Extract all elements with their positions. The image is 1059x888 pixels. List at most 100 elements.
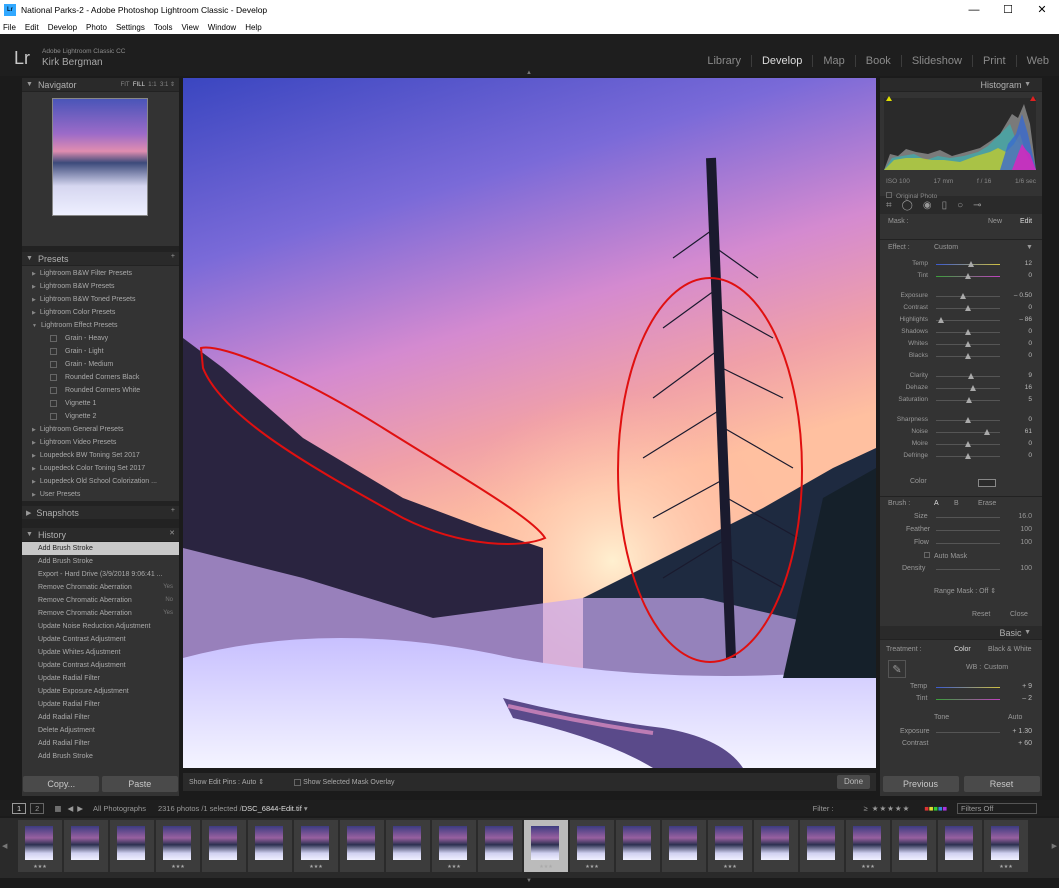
wb-eyedropper-icon[interactable]: ✎ bbox=[888, 660, 906, 678]
main-photo[interactable] bbox=[183, 78, 876, 768]
slider-value[interactable]: 9 bbox=[1028, 370, 1032, 382]
preset-item[interactable]: Grain - Medium bbox=[22, 358, 179, 371]
slider-contrast[interactable]: Contrast 0 bbox=[880, 302, 1042, 314]
previous-button[interactable]: Previous bbox=[882, 776, 959, 792]
slider-value[interactable]: 5 bbox=[1028, 394, 1032, 406]
menu-view[interactable]: View bbox=[182, 23, 199, 32]
presets-header[interactable]: ▼ Presets + bbox=[22, 252, 179, 266]
add-snapshot-icon[interactable]: + bbox=[171, 507, 175, 514]
histogram-graph[interactable] bbox=[880, 94, 1042, 174]
slider-knob[interactable] bbox=[965, 341, 971, 347]
menu-edit[interactable]: Edit bbox=[25, 23, 39, 32]
history-step[interactable]: Add Radial Filter bbox=[22, 737, 179, 750]
filmstrip-thumbnail[interactable] bbox=[386, 820, 430, 872]
slider-exposure[interactable]: Exposure – 0.50 bbox=[880, 290, 1042, 302]
slider-whites[interactable]: Whites 0 bbox=[880, 338, 1042, 350]
brush-a[interactable]: A bbox=[934, 500, 939, 507]
history-step[interactable]: Update Radial Filter bbox=[22, 672, 179, 685]
scroll-right-icon[interactable]: ▶ bbox=[1052, 842, 1057, 850]
grid-view-icon[interactable]: ▦ bbox=[54, 804, 61, 813]
slider-value[interactable]: 0 bbox=[1028, 438, 1032, 450]
radial-filter-icon[interactable]: ○ bbox=[957, 200, 963, 211]
adjustment-brush-icon[interactable]: ⊸ bbox=[973, 200, 981, 211]
slider-noise[interactable]: Noise 61 bbox=[880, 426, 1042, 438]
zoom-fit[interactable]: FIT bbox=[121, 82, 130, 88]
preset-folder[interactable]: ▶ Loupedeck Old School Colorization ... bbox=[22, 475, 179, 488]
preset-folder[interactable]: ▶ Lightroom General Presets bbox=[22, 423, 179, 436]
module-library[interactable]: Library bbox=[697, 55, 741, 67]
spot-removal-icon[interactable]: ◯ bbox=[902, 200, 913, 211]
graduated-filter-icon[interactable]: ▯ bbox=[942, 200, 948, 211]
slider-track[interactable] bbox=[936, 296, 1000, 297]
slider-value[interactable]: 16 bbox=[1025, 382, 1032, 394]
slider-knob[interactable] bbox=[965, 353, 971, 359]
slider-knob[interactable] bbox=[965, 441, 971, 447]
slider-value[interactable]: – 86 bbox=[1019, 314, 1032, 326]
preset-item[interactable]: Vignette 1 bbox=[22, 397, 179, 410]
slider-knob[interactable] bbox=[938, 317, 945, 323]
module-map[interactable]: Map bbox=[812, 55, 845, 67]
slider-knob[interactable] bbox=[965, 453, 971, 459]
history-step[interactable]: Delete Adjustment bbox=[22, 724, 179, 737]
history-step[interactable]: Update Contrast Adjustment bbox=[22, 633, 179, 646]
add-preset-icon[interactable]: + bbox=[171, 253, 175, 260]
filmstrip-thumbnail[interactable] bbox=[938, 820, 982, 872]
preset-folder[interactable]: ▶ Lightroom B&W Presets bbox=[22, 280, 179, 293]
navigator-preview[interactable] bbox=[52, 98, 148, 216]
module-develop[interactable]: Develop bbox=[750, 55, 802, 67]
slider-knob[interactable] bbox=[968, 261, 975, 267]
filmstrip-thumbnail[interactable]: ★★★ bbox=[524, 820, 568, 872]
collapse-top-icon[interactable]: ▲ bbox=[526, 70, 532, 76]
paste-button[interactable]: Paste bbox=[101, 776, 178, 792]
red-eye-icon[interactable]: ◉ bbox=[923, 200, 932, 211]
original-photo-toggle[interactable]: Original Photo bbox=[886, 192, 937, 200]
slider-value[interactable]: 0 bbox=[1028, 350, 1032, 362]
slider-blacks[interactable]: Blacks 0 bbox=[880, 350, 1042, 362]
menu-photo[interactable]: Photo bbox=[86, 23, 107, 32]
main-window-button[interactable]: 1 bbox=[12, 802, 27, 814]
size-slider[interactable] bbox=[936, 517, 1000, 518]
tone-auto-button[interactable]: Auto bbox=[1008, 714, 1022, 721]
show-edit-pins-select[interactable]: Auto bbox=[242, 779, 256, 786]
history-step[interactable]: Remove Chromatic Aberration No bbox=[22, 594, 179, 607]
slider-knob[interactable] bbox=[965, 417, 971, 423]
basic-exposure-slider[interactable] bbox=[936, 732, 1000, 733]
preset-folder[interactable]: ▶ Lightroom B&W Filter Presets bbox=[22, 267, 179, 280]
done-button[interactable]: Done bbox=[837, 775, 870, 789]
history-step[interactable]: Add Brush Stroke bbox=[22, 542, 179, 555]
slider-value[interactable]: 0 bbox=[1028, 338, 1032, 350]
preset-folder-open[interactable]: ▼ Lightroom Effect Presets bbox=[22, 319, 179, 332]
density-slider[interactable] bbox=[936, 569, 1000, 570]
history-header[interactable]: ▼ History ✕ bbox=[22, 528, 179, 542]
filmstrip-thumbnail[interactable]: ★★★ bbox=[708, 820, 752, 872]
history-step[interactable]: Add Brush Stroke bbox=[22, 750, 179, 763]
preset-folder[interactable]: ▶ Loupedeck BW Toning Set 2017 bbox=[22, 449, 179, 462]
auto-mask-checkbox[interactable]: Auto Mask bbox=[924, 552, 967, 560]
slider-temp[interactable]: Temp 12 bbox=[880, 258, 1042, 270]
slider-knob[interactable] bbox=[966, 397, 973, 403]
filmstrip-thumbnail[interactable] bbox=[616, 820, 660, 872]
zoom-1-1[interactable]: 1:1 bbox=[148, 82, 156, 88]
preset-item[interactable]: Rounded Corners Black bbox=[22, 371, 179, 384]
clear-history-icon[interactable]: ✕ bbox=[169, 529, 175, 537]
slider-value[interactable]: – 0.50 bbox=[1014, 290, 1032, 302]
scroll-left-icon[interactable]: ◀ bbox=[2, 842, 7, 850]
range-mask-select[interactable]: Range Mask : Off ⇕ bbox=[934, 587, 996, 595]
menu-settings[interactable]: Settings bbox=[116, 23, 145, 32]
preset-item[interactable]: Rounded Corners White bbox=[22, 384, 179, 397]
source-label[interactable]: All Photographs bbox=[93, 804, 146, 813]
reset-button[interactable]: Reset bbox=[963, 776, 1040, 792]
filmstrip-thumbnail[interactable] bbox=[202, 820, 246, 872]
slider-value[interactable]: 0 bbox=[1028, 270, 1032, 282]
history-step[interactable]: Add Brush Stroke bbox=[22, 555, 179, 568]
module-slideshow[interactable]: Slideshow bbox=[900, 55, 962, 67]
basic-temp-slider[interactable] bbox=[936, 687, 1000, 688]
slider-dehaze[interactable]: Dehaze 16 bbox=[880, 382, 1042, 394]
slider-knob[interactable] bbox=[984, 429, 991, 435]
menu-help[interactable]: Help bbox=[245, 23, 261, 32]
preset-folder[interactable]: ▶ Lightroom Video Presets bbox=[22, 436, 179, 449]
slider-value[interactable]: 0 bbox=[1028, 302, 1032, 314]
filmstrip-thumbnail[interactable] bbox=[340, 820, 384, 872]
preset-item[interactable]: Vignette 2 bbox=[22, 410, 179, 423]
preset-folder[interactable]: ▶ Lightroom B&W Toned Presets bbox=[22, 293, 179, 306]
